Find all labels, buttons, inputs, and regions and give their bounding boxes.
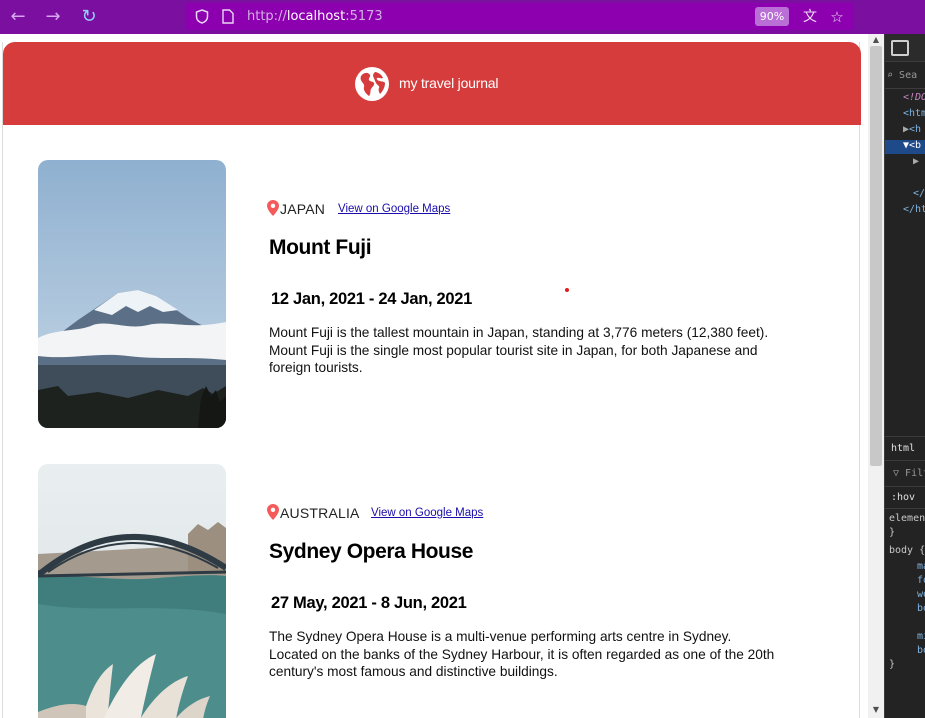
entry-description: The Sydney Opera House is a multi-venue … [269,629,775,680]
entry-country: JAPAN [280,201,326,217]
location-pin-icon [267,200,279,216]
scrollbar-thumb[interactable] [870,46,882,466]
page-scrollbar[interactable]: ▲ ▼ [868,34,884,718]
css-rule-line[interactable]: wo [917,589,925,600]
bookmark-star-icon[interactable]: ☆ [827,7,847,27]
dom-line-text: <h [909,124,922,135]
scroll-up-arrow-icon[interactable]: ▲ [868,34,884,46]
css-rule-line[interactable]: bo [917,603,925,614]
reload-icon[interactable]: ↻ [78,6,100,28]
browser-toolbar: ← → ↻ http://localhost:5173 90% 文 ☆ [0,0,925,34]
sydney-opera-house-photo [38,464,226,718]
css-rule-line[interactable]: ma [917,561,925,572]
css-rule-line: body { [889,545,925,556]
dom-line[interactable]: ▶<h [903,124,921,135]
devtools-toolbar [885,34,925,62]
entry-dates: 12 Jan, 2021 - 24 Jan, 2021 [271,290,473,308]
travel-journal-app: my travel journal JAPAN View on Google M… [2,42,861,718]
css-rule-line: elemen [889,513,925,524]
google-maps-link[interactable]: View on Google Maps [371,507,483,519]
url-scheme: http:// [247,9,287,24]
page-icon [222,9,234,24]
devtools-separator [885,486,925,487]
css-rule-line[interactable]: mi [917,631,925,642]
location-pin-icon [267,504,279,520]
url-text[interactable]: http://localhost:5173 [247,9,383,24]
mount-fuji-photo [38,160,226,428]
devtools-panel: ⌕ Sea <!DO <htm ▶<h ▼<b ▶ </ </ht html ▽… [884,34,925,718]
dom-line[interactable]: </ht [903,204,925,215]
css-rule-line[interactable]: fo [917,575,925,586]
devtools-tab-html[interactable]: html [891,443,915,454]
app-brand-title: my travel journal [399,75,499,91]
element-picker-icon[interactable] [891,40,909,56]
globe-icon [355,67,389,101]
dom-line[interactable]: <htm [903,108,925,119]
devtools-separator [885,436,925,437]
url-port: :5173 [345,9,383,24]
devtools-separator [885,88,925,89]
dom-line-text: <b [909,140,922,151]
devtools-separator [885,460,925,461]
expand-arrow-icon[interactable]: ▶ [913,156,919,167]
css-rule-line: } [889,659,896,670]
css-rule-line[interactable]: bo [917,645,925,656]
scroll-down-arrow-icon[interactable]: ▼ [868,704,884,716]
dom-line[interactable]: ▼<b [903,140,921,151]
google-maps-link[interactable]: View on Google Maps [338,203,450,215]
translate-icon[interactable]: 文 [800,7,820,27]
stray-dot [565,288,569,292]
entry-dates: 27 May, 2021 - 8 Jun, 2021 [271,594,467,612]
devtools-search[interactable]: ⌕ Sea [887,70,917,81]
dom-line[interactable]: </ [913,188,925,199]
url-host: localhost [286,9,346,24]
hover-state-toggle[interactable]: :hov [891,492,915,503]
entry-description: Mount Fuji is the tallest mountain in Ja… [269,325,769,376]
shield-icon[interactable] [195,9,209,24]
styles-filter[interactable]: ▽ Filt [893,468,925,479]
entry-country: AUSTRALIA [280,505,360,521]
devtools-separator [885,508,925,509]
zoom-badge[interactable]: 90% [755,7,789,26]
devtools-search-label: Sea [899,70,918,81]
app-header: my travel journal [3,42,861,125]
entry-title: Mount Fuji [269,236,372,259]
address-bar[interactable]: http://localhost:5173 90% 文 ☆ [185,3,854,30]
css-rule-line: } [889,527,896,538]
entry-title: Sydney Opera House [269,540,474,563]
page-viewport: my travel journal JAPAN View on Google M… [0,34,868,718]
back-icon[interactable]: ← [7,6,29,28]
styles-filter-label: Filt [905,468,925,479]
forward-icon[interactable]: → [42,6,64,28]
dom-line[interactable]: <!DO [903,92,925,103]
